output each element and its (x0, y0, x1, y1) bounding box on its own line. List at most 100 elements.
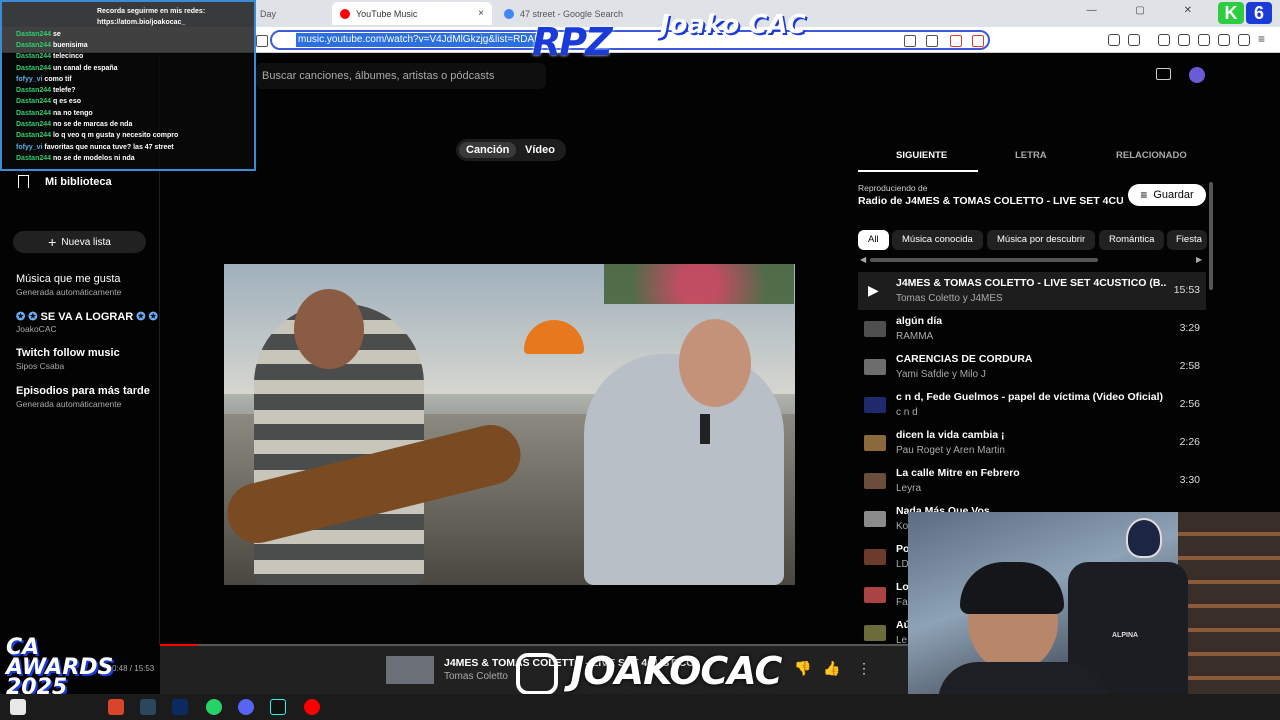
queue-item[interactable]: dicen la vida cambia ¡ Pau Roget y Aren M… (858, 424, 1206, 462)
progress-track[interactable] (160, 644, 910, 646)
queue-item-duration: 3:29 (1179, 322, 1200, 334)
queue-item[interactable]: algún día RAMMA 3:29 (858, 310, 1206, 348)
chat-username: Dastan244 (16, 41, 52, 49)
playlist-owner: Generada automáticamente (16, 287, 122, 297)
url-text[interactable]: music.youtube.com/watch?v=V4JdMlGkzjg&li… (296, 33, 536, 47)
queue-item[interactable]: CARENCIAS DE CORDURA Yami Safdie y Milo J… (858, 348, 1206, 386)
menu-icon[interactable]: ≡ (1258, 33, 1270, 46)
now-playing-artist[interactable]: Tomas Coletto (444, 671, 508, 682)
playlist-twitch-follow-music[interactable]: Twitch follow music (16, 347, 120, 359)
queue-thumbnail[interactable] (864, 549, 886, 565)
rewards-icon[interactable] (972, 35, 984, 47)
bookmark-icon (18, 175, 29, 188)
queue-item-title: algún día (896, 315, 943, 327)
queue-item[interactable]: c n d, Fede Guelmos - papel de víctima (… (858, 386, 1206, 424)
video-player[interactable] (224, 264, 795, 585)
tiktok-icon[interactable] (270, 699, 286, 715)
song-video-toggle[interactable]: Canción Vídeo (456, 139, 566, 161)
playlist-episodes-later[interactable]: Episodios para más tarde (16, 385, 150, 397)
vpn-icon[interactable] (1218, 34, 1230, 46)
discord-icon[interactable] (238, 699, 254, 715)
url-field[interactable]: music.youtube.com/watch?v=V4JdMlGkzjg&li… (270, 30, 990, 50)
tab-youtube-music[interactable]: YouTube Music × (332, 2, 492, 25)
chat-text: lo q veo q m gusta y necesito compro (52, 132, 179, 140)
window-controls[interactable]: — ▢ ✕ (1087, 5, 1210, 16)
windows-start-icon[interactable] (10, 699, 26, 715)
chat-username: Dastan244 (16, 154, 52, 162)
steam-icon[interactable] (140, 699, 156, 715)
tab-lyrics[interactable]: LETRA (1015, 150, 1047, 161)
chat-text: telecinco (52, 53, 84, 61)
chat-message: fofyy_vi favoritas que nunca tuve? las 4… (16, 144, 174, 151)
star-icon: ✪ ✪ (16, 311, 41, 323)
install-icon[interactable] (904, 35, 916, 47)
scroll-left-icon[interactable]: ◀ (860, 255, 866, 264)
whatsapp-icon[interactable] (206, 699, 222, 715)
queue-thumbnail[interactable] (864, 587, 886, 603)
stream-logo-rpz: RPZ (532, 20, 613, 64)
now-playing-thumbnail (386, 656, 434, 684)
like-icon[interactable]: 👍 (823, 660, 840, 677)
queue-thumbnail[interactable] (864, 435, 886, 451)
dislike-icon[interactable]: 👎 (794, 660, 811, 677)
chip-romantic[interactable]: Romántica (1099, 230, 1165, 250)
queue-thumbnail[interactable] (864, 625, 886, 641)
brave-browser-icon[interactable] (108, 699, 124, 715)
photoshop-icon[interactable] (172, 699, 188, 715)
play-icon[interactable]: ▶ (868, 282, 890, 298)
chat-username: Dastan244 (16, 98, 52, 106)
chip-discover[interactable]: Música por descubrir (987, 230, 1096, 250)
queue-item[interactable]: ▶ J4MES & TOMAS COLETTO - LIVE SET 4CUSTI… (858, 272, 1206, 310)
queue-thumbnail[interactable] (864, 321, 886, 337)
chat-username: Dastan244 (16, 132, 52, 140)
chip-known-music[interactable]: Música conocida (892, 230, 983, 250)
sidebar-icon[interactable] (1178, 34, 1190, 46)
queue-item[interactable]: La calle Mitre en Febrero Leyra 3:30 (858, 462, 1206, 500)
chat-username: fofyy_vi (16, 75, 43, 83)
playing-from-title: Radio de J4MES & TOMAS COLETTO - LIVE SE… (858, 195, 1123, 207)
tab-label: YouTube Music (356, 8, 418, 19)
share-icon[interactable] (926, 35, 938, 47)
cast-icon[interactable] (1156, 68, 1171, 80)
extension-icon[interactable] (1108, 34, 1120, 46)
queue-thumbnail[interactable] (864, 397, 886, 413)
close-tab-icon[interactable]: × (478, 8, 484, 19)
chip-party[interactable]: Fiesta (1167, 230, 1207, 250)
flowers (604, 264, 794, 304)
new-list-button[interactable]: + Nueva lista (13, 231, 146, 253)
queue-thumbnail[interactable] (864, 473, 886, 489)
tab-related[interactable]: RELACIONADO (1116, 150, 1187, 161)
search-input[interactable]: Buscar canciones, álbumes, artistas o pó… (256, 63, 546, 89)
chat-text: se (52, 30, 61, 38)
chair-label: ALPINA (1112, 632, 1139, 639)
queue-scrollbar[interactable] (1209, 182, 1213, 290)
sidebar-item-library[interactable]: Mi biblioteca (45, 176, 112, 188)
stream-logo: Joako CAC (660, 10, 806, 40)
tab-next[interactable]: SIGUIENTE (896, 150, 947, 161)
shield-icon[interactable] (1238, 34, 1250, 46)
queue-thumbnail[interactable] (864, 359, 886, 375)
tab-day[interactable]: Day (252, 2, 332, 25)
youtube-music-taskbar-icon[interactable] (304, 699, 320, 715)
extension-icon[interactable] (1128, 34, 1140, 46)
brave-shield-icon[interactable] (950, 35, 962, 47)
tab-video[interactable]: Vídeo (518, 142, 562, 158)
chat-message: Dastan244 q es eso (16, 98, 81, 105)
wallet-icon[interactable] (1198, 34, 1210, 46)
music-icon[interactable] (1158, 34, 1170, 46)
chips-scrollbar[interactable] (870, 258, 1098, 262)
more-options-icon[interactable]: ⋮ (857, 660, 871, 677)
playlist-liked-music[interactable]: Música que me gusta (16, 273, 121, 285)
tab-song[interactable]: Canción (459, 142, 517, 158)
sidebar-toggle-icon[interactable] (256, 35, 268, 47)
save-button[interactable]: ≡ Guardar (1128, 184, 1206, 206)
chip-all[interactable]: All (858, 230, 889, 250)
queue-thumbnail[interactable] (864, 511, 886, 527)
chat-username: Dastan244 (16, 109, 52, 117)
scroll-right-icon[interactable]: ▶ (1196, 255, 1202, 264)
avatar[interactable] (1189, 67, 1205, 83)
save-label: Guardar (1153, 189, 1194, 201)
chat-text: telefe? (52, 87, 76, 95)
playlist-se-va-a-lograr[interactable]: ✪ ✪ SE VA A LOGRAR ✪ ✪ (16, 310, 158, 323)
stream-chat-overlay: Recorda seguirme en mis redes: https://a… (0, 0, 256, 171)
